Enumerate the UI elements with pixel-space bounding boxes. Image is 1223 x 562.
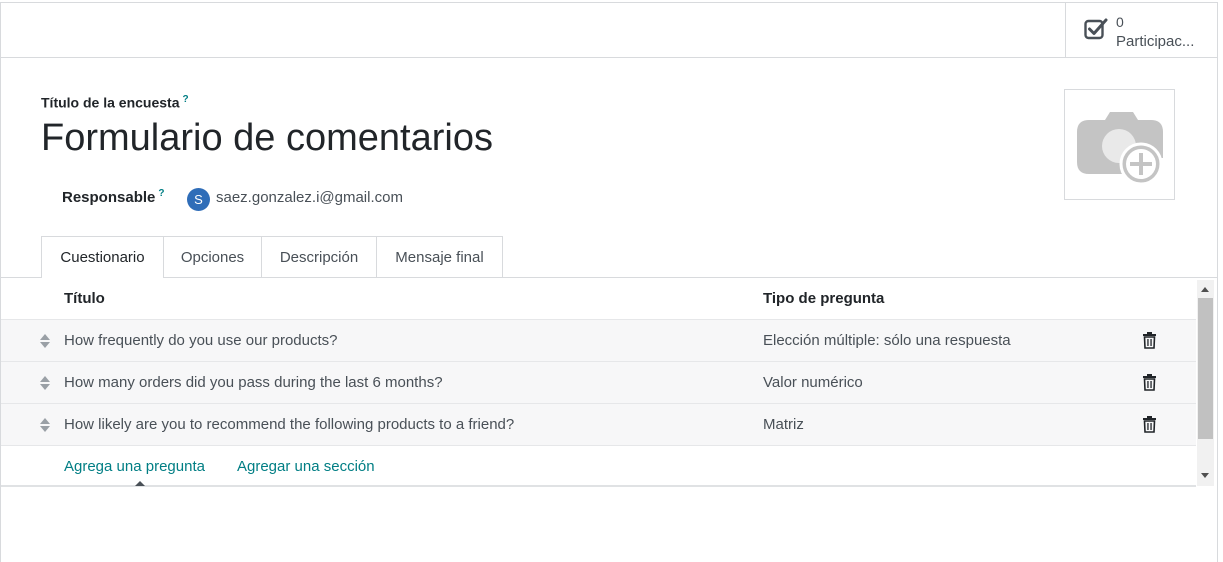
- tab-opciones[interactable]: Opciones: [163, 236, 262, 277]
- camera-add-icon: [1077, 112, 1163, 186]
- caret-up-icon: [135, 481, 145, 486]
- survey-title-label: Título de la encuesta?: [41, 94, 189, 111]
- tab-cuestionario[interactable]: Cuestionario: [41, 236, 164, 278]
- scrollbar-thumb[interactable]: [1198, 298, 1213, 439]
- table-row[interactable]: How frequently do you use our products? …: [1, 320, 1196, 362]
- form-view: 0 Participac... Título de la encuesta? F…: [0, 2, 1218, 562]
- add-question-link[interactable]: Agrega una pregunta: [64, 458, 205, 475]
- tab-descripcion[interactable]: Descripción: [261, 236, 377, 277]
- trash-icon[interactable]: [1142, 416, 1157, 433]
- drag-handle-icon[interactable]: [39, 417, 51, 433]
- question-title: How likely are you to recommend the foll…: [64, 416, 515, 433]
- question-type: Matriz: [763, 416, 804, 433]
- column-header-title[interactable]: Título: [64, 290, 105, 307]
- scroll-up-arrow-icon[interactable]: [1201, 287, 1209, 292]
- list-scrollbar[interactable]: [1197, 280, 1214, 486]
- trash-icon[interactable]: [1142, 374, 1157, 391]
- survey-title-label-text: Título de la encuesta: [41, 94, 180, 111]
- add-section-link[interactable]: Agregar una sección: [237, 458, 375, 475]
- responsible-field[interactable]: saez.gonzalez.i@gmail.com: [216, 189, 403, 206]
- drag-handle-icon[interactable]: [39, 333, 51, 349]
- drag-handle-icon[interactable]: [39, 375, 51, 391]
- question-type: Elección múltiple: sólo una respuesta: [763, 332, 1011, 349]
- responsible-help-icon[interactable]: ?: [158, 188, 164, 199]
- tab-mensaje-final[interactable]: Mensaje final: [376, 236, 503, 277]
- questions-list: Título Tipo de pregunta How frequently d…: [1, 278, 1196, 487]
- trash-icon[interactable]: [1142, 332, 1157, 349]
- responsible-label-text: Responsable: [62, 189, 156, 206]
- list-bottom-divider: [1, 485, 1196, 487]
- participations-stat-button[interactable]: 0 Participac...: [1065, 3, 1217, 57]
- responsible-label: Responsable?: [62, 188, 164, 206]
- column-header-question-type[interactable]: Tipo de pregunta: [763, 290, 884, 307]
- survey-title-input[interactable]: Formulario de comentarios: [41, 117, 493, 160]
- survey-title-help-icon[interactable]: ?: [182, 94, 188, 105]
- question-title: How many orders did you pass during the …: [64, 374, 443, 391]
- button-box: 0 Participac...: [1, 3, 1217, 58]
- scroll-down-arrow-icon[interactable]: [1201, 473, 1209, 478]
- participations-label: Participac...: [1116, 33, 1195, 50]
- participations-count: 0: [1116, 14, 1124, 30]
- avatar[interactable]: S: [187, 188, 210, 211]
- list-header: Título Tipo de pregunta: [1, 278, 1196, 320]
- table-row[interactable]: How many orders did you pass during the …: [1, 362, 1196, 404]
- table-row[interactable]: How likely are you to recommend the foll…: [1, 404, 1196, 446]
- survey-image-upload[interactable]: [1064, 89, 1175, 200]
- question-type: Valor numérico: [763, 374, 863, 391]
- add-line-row: Agrega una pregunta Agregar una sección: [1, 446, 1196, 487]
- question-title: How frequently do you use our products?: [64, 332, 338, 349]
- checkbox-check-icon: [1084, 18, 1108, 40]
